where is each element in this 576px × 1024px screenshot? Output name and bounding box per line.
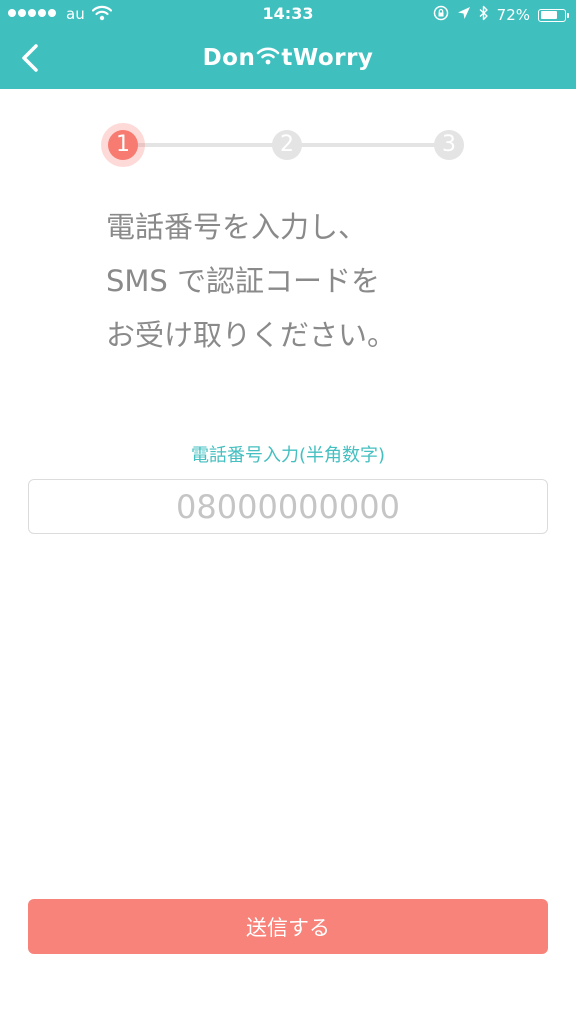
logo-text-left: Don <box>202 45 256 71</box>
phone-number-label: 電話番号入力(半角数字) <box>190 445 386 466</box>
status-bar: au 14:33 72% <box>0 0 576 30</box>
step-2: 2 <box>272 130 302 160</box>
battery-level <box>540 11 557 19</box>
phone-number-input[interactable] <box>28 479 548 534</box>
instruction-line-1: 電話番号を入力し、 <box>106 210 368 244</box>
battery-percentage: 72% <box>496 6 530 24</box>
orientation-lock-icon <box>433 5 449 25</box>
progress-stepper: 1 2 3 <box>100 124 468 168</box>
send-button[interactable]: 送信する <box>28 899 548 954</box>
navigation-bar: Don tWorry <box>0 30 576 89</box>
wifi-apostrophe-icon <box>256 44 280 72</box>
step-3: 3 <box>434 130 464 160</box>
logo-text-right: tWorry <box>281 45 374 71</box>
battery-icon <box>538 8 569 22</box>
bluetooth-icon <box>479 5 489 25</box>
sms-verification-screen: au 14:33 72% Don tWorry 1 2 3 電話番号を入力し、 … <box>0 0 576 1024</box>
header: au 14:33 72% Don tWorry <box>0 0 576 89</box>
step-1-current: 1 <box>108 130 138 160</box>
location-arrow-icon <box>457 6 471 24</box>
app-logo: Don tWorry <box>0 44 576 72</box>
status-right: 72% <box>433 5 569 25</box>
instruction-line-3: お受け取りください。 <box>106 318 397 352</box>
instruction-text: 電話番号を入力し、 SMS で認証コードを お受け取りください。 <box>106 200 546 362</box>
instruction-line-2: SMS で認証コードを <box>106 264 381 298</box>
